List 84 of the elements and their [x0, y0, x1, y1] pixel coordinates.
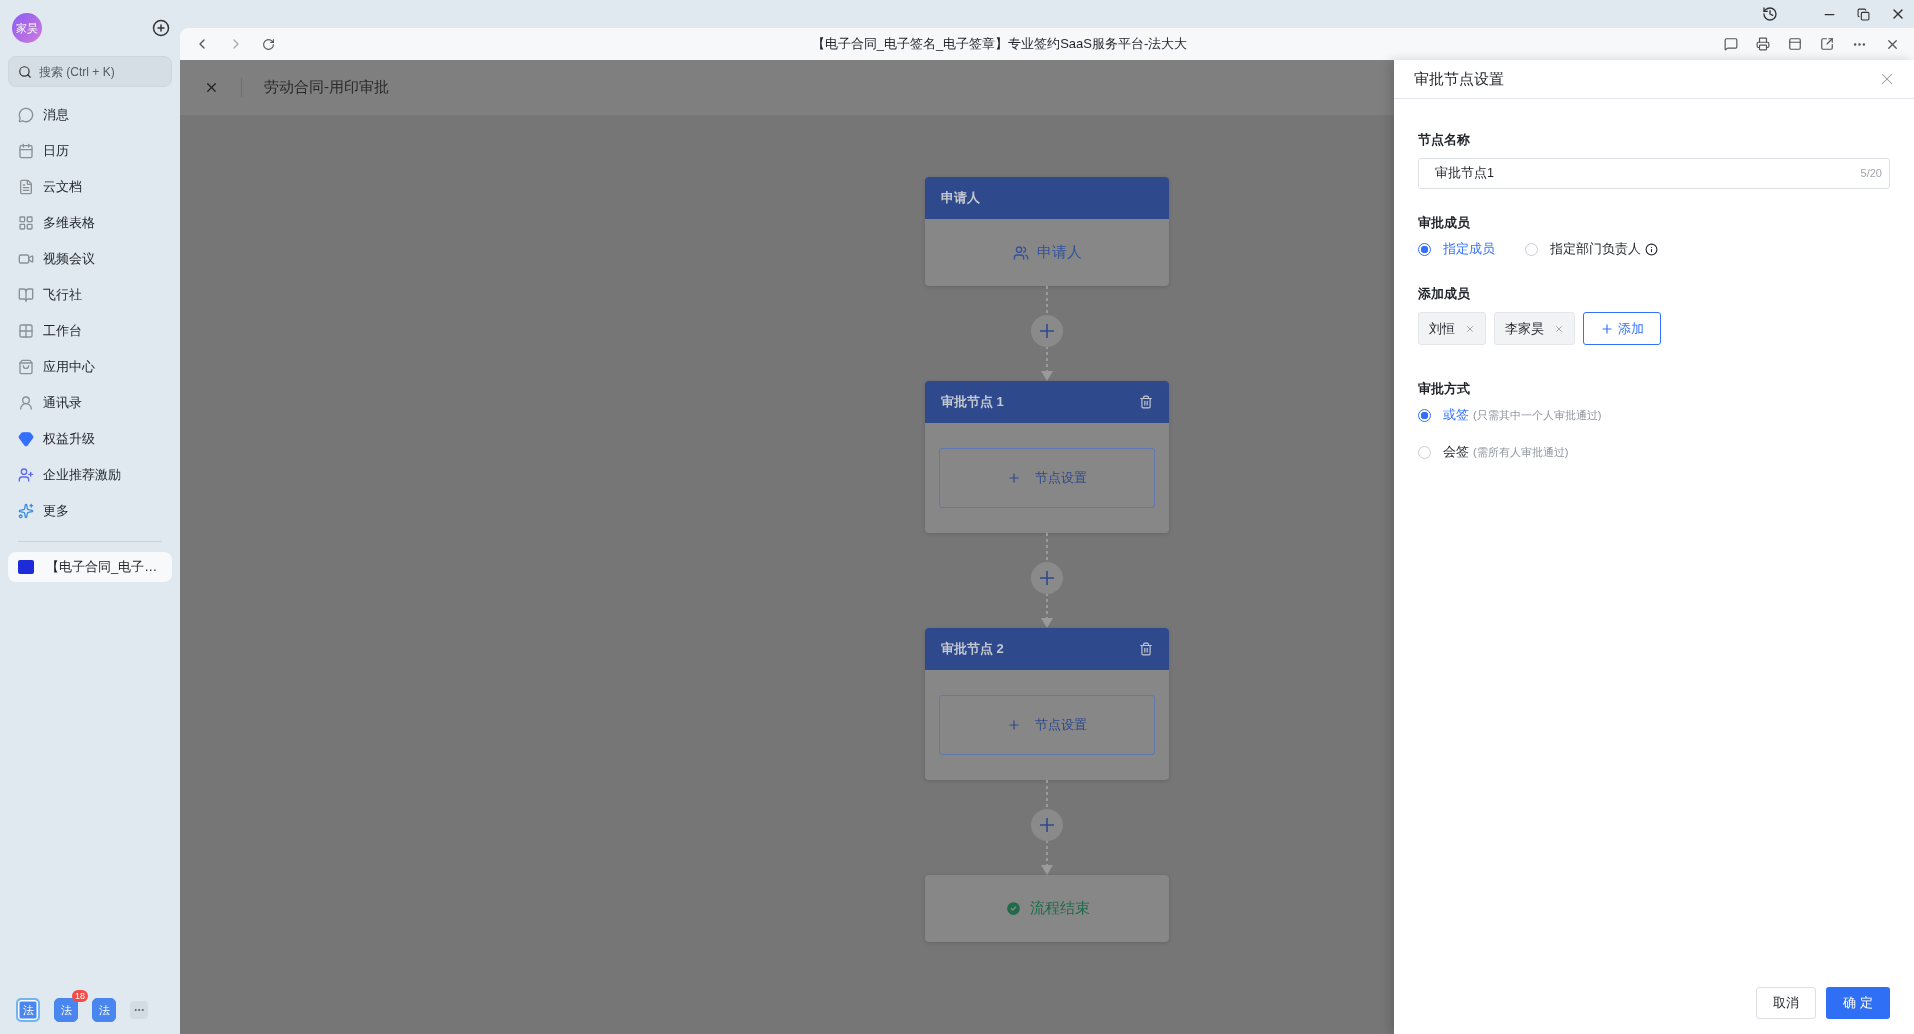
add-member-button[interactable]: 添加 [1583, 312, 1661, 345]
radio-label: 指定成员 [1443, 241, 1495, 258]
trash-icon[interactable] [1139, 395, 1153, 409]
radio-button[interactable] [1418, 446, 1431, 459]
video-camera-icon [18, 251, 34, 267]
plus-icon [1600, 321, 1614, 336]
page-title: 【电子合同_电子签名_电子签章】专业签约SaaS服务平台-法大大 [810, 35, 1189, 53]
user-avatar[interactable]: 家昊 [12, 13, 42, 43]
flow-node-card[interactable]: 审批节点 1 节点设置 [925, 381, 1169, 533]
dock-app-icon[interactable]: 法 [54, 998, 78, 1022]
confirm-button[interactable]: 确 定 [1826, 987, 1890, 1019]
printer-icon[interactable] [1756, 37, 1770, 51]
more-icon[interactable] [130, 1001, 148, 1019]
node-title: 审批节点 2 [941, 640, 1004, 658]
grid-table-icon [18, 215, 34, 231]
radio-label: 或签 [1443, 407, 1469, 424]
node-title: 审批节点 1 [941, 393, 1004, 411]
person-plus-icon [18, 467, 34, 483]
radio-label: 指定部门负责人 [1550, 241, 1641, 258]
radio-button[interactable] [1418, 243, 1431, 256]
flow-node-card[interactable]: 审批节点 2 节点设置 [925, 628, 1169, 780]
app-tab[interactable]: 【电子合同_电子… [8, 552, 172, 582]
add-node-button[interactable] [1031, 315, 1063, 347]
sidebar-item[interactable]: 视频会议 [8, 241, 172, 277]
calendar-icon [18, 143, 34, 159]
field-label: 节点名称 [1418, 132, 1471, 149]
book-icon [18, 287, 34, 303]
field-label: 添加成员 [1418, 286, 1471, 303]
person-icon [18, 395, 34, 411]
comment-icon[interactable] [1724, 37, 1738, 51]
dock-app-icon[interactable]: 法 [16, 998, 40, 1022]
sidebar-item[interactable]: 飞行社 [8, 277, 172, 313]
sidebar-item[interactable]: 通讯录 [8, 385, 172, 421]
field-label: 审批成员 [1418, 215, 1471, 232]
radio-label: 会签 [1443, 444, 1469, 461]
sidebar-item[interactable]: 多维表格 [8, 205, 172, 241]
sidebar-item[interactable]: 云文档 [8, 169, 172, 205]
search-icon [18, 65, 32, 79]
dock-app-icon[interactable]: 法 [92, 998, 116, 1022]
radio-button[interactable] [1525, 243, 1538, 256]
search-field[interactable]: 搜索 (Ctrl + K) [8, 56, 172, 87]
add-node-button[interactable] [1031, 562, 1063, 594]
radio-hint: (只需其中一个人审批通过) [1473, 408, 1602, 423]
member-name: 刘恒 [1429, 319, 1455, 338]
sparkle-icon [18, 503, 34, 519]
node-title: 申请人 [941, 189, 980, 207]
field-label: 审批方式 [1418, 381, 1471, 398]
add-node-button[interactable] [1031, 809, 1063, 841]
diamond-icon [18, 431, 34, 447]
pop-out-icon[interactable] [1820, 37, 1834, 51]
sidebar-item[interactable]: 日历 [8, 133, 172, 169]
member-name: 李家昊 [1505, 319, 1544, 338]
chat-bubble-icon [18, 107, 34, 123]
sidebar-item[interactable]: 企业推荐激励 [8, 457, 172, 493]
document-icon [18, 179, 34, 195]
cancel-button[interactable]: 取消 [1756, 987, 1816, 1019]
count-badge: 18 [72, 990, 88, 1002]
sidebar-item[interactable]: 应用中心 [8, 349, 172, 385]
restore-icon[interactable] [1857, 7, 1870, 21]
sidebar-item[interactable]: 更多 [8, 493, 172, 529]
info-icon[interactable] [1645, 243, 1658, 256]
four-squares-icon [18, 323, 34, 339]
sidebar-item[interactable]: 工作台 [8, 313, 172, 349]
add-circle-icon[interactable] [152, 19, 170, 37]
people-icon [1012, 244, 1029, 261]
radio-button[interactable] [1418, 409, 1431, 422]
plus-icon [1007, 471, 1021, 485]
flow-node-card[interactable]: 申请人 申请人 [925, 177, 1169, 286]
drawer-title: 审批节点设置 [1414, 69, 1504, 89]
shopping-bag-icon [18, 359, 34, 375]
window-icon[interactable] [1788, 37, 1802, 51]
applicant-label: 申请人 [1036, 243, 1082, 262]
refresh-icon[interactable] [262, 37, 275, 51]
app-logo-icon [18, 560, 34, 574]
trash-icon[interactable] [1139, 642, 1153, 656]
end-label: 流程结束 [1029, 899, 1090, 918]
sidebar-item[interactable]: 消息 [8, 97, 172, 133]
plus-icon [1007, 718, 1021, 732]
char-count: 5/20 [1860, 167, 1882, 179]
check-circle-icon [1004, 900, 1022, 917]
sidebar-item[interactable]: 权益升级 [8, 421, 172, 457]
dialog-title: 劳动合同-用印审批 [241, 78, 389, 97]
radio-hint: (需所有人审批通过) [1473, 445, 1569, 460]
history-icon[interactable] [1762, 6, 1778, 22]
